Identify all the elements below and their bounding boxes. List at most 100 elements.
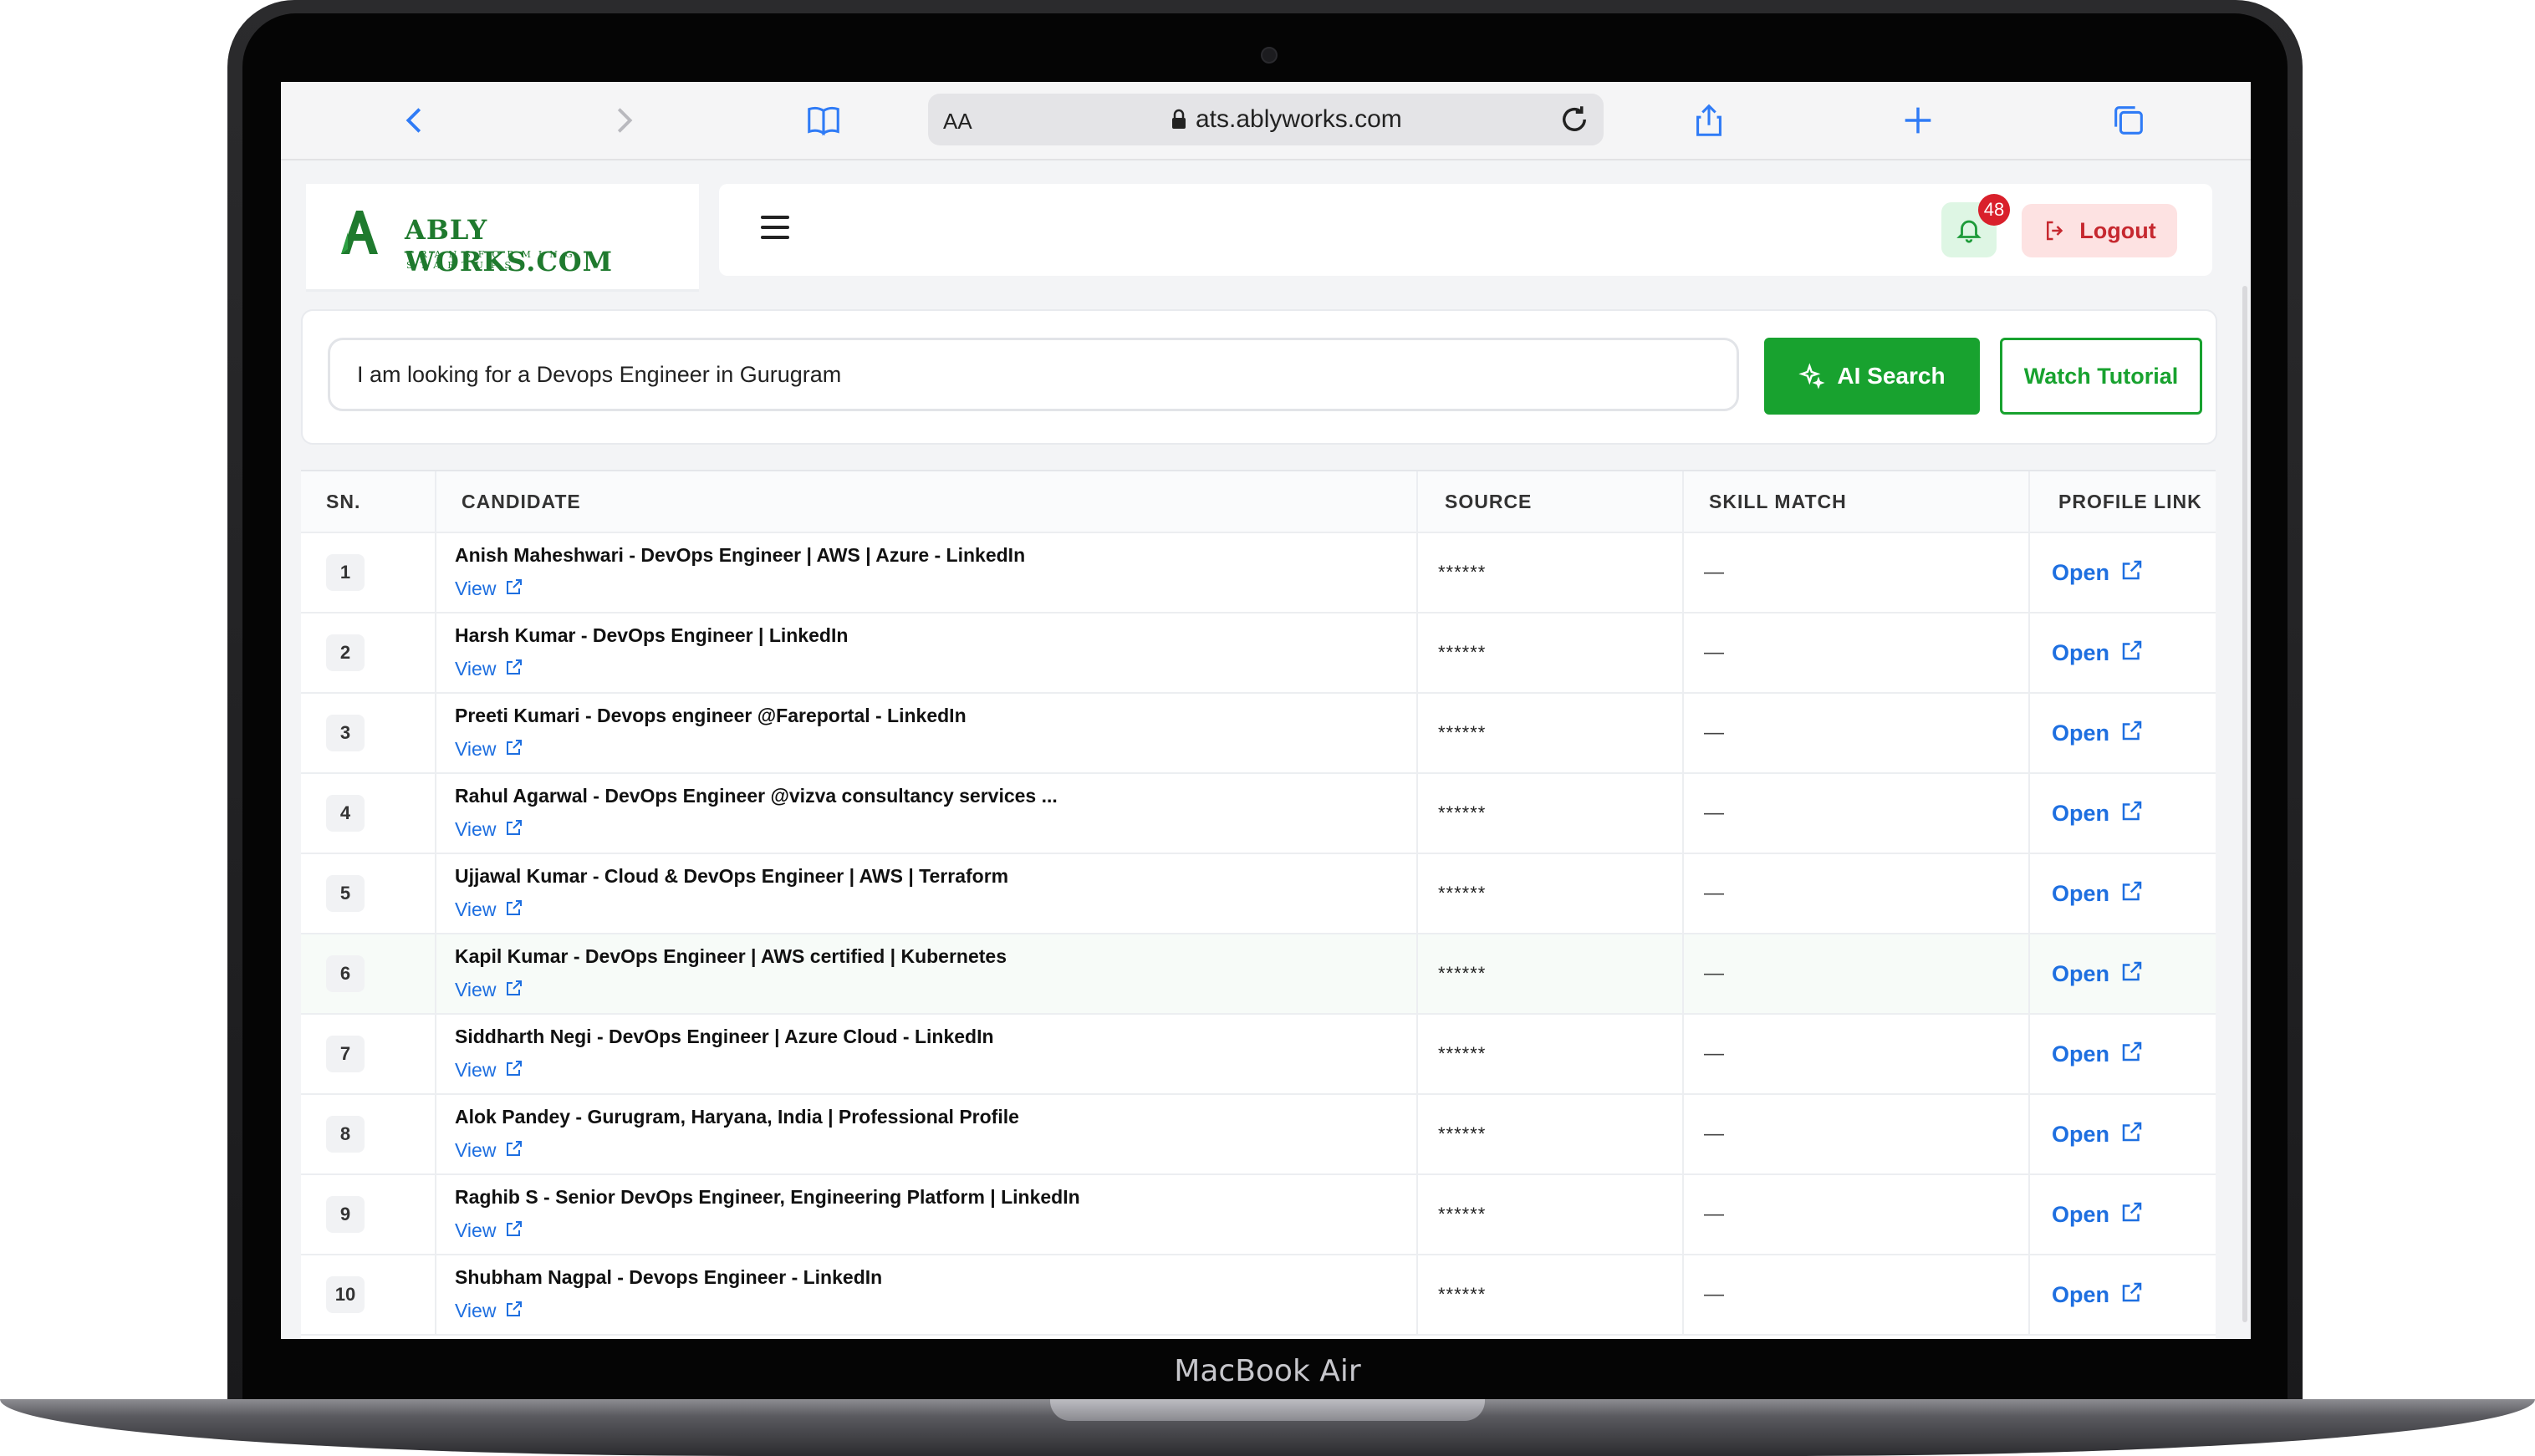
search-panel: AI Search Watch Tutorial	[301, 309, 2217, 445]
open-label: Open	[2052, 960, 2110, 986]
skill-match-value: —	[1704, 962, 1724, 985]
ai-search-label: AI Search	[1837, 363, 1946, 389]
open-profile-link[interactable]: Open	[2030, 718, 2216, 749]
scrollbar[interactable]	[2242, 286, 2247, 1322]
sparkle-icon	[1798, 363, 1825, 389]
source-value: ******	[1438, 642, 1487, 663]
bell-icon	[1956, 220, 1982, 243]
external-link-icon	[2119, 718, 2145, 749]
url-text: ats.ablyworks.com	[1196, 105, 1402, 133]
source-value: ******	[1438, 1284, 1487, 1305]
header-skill-match: SKILL MATCH	[1683, 471, 2030, 533]
header-sn: SN.	[301, 471, 436, 533]
open-profile-link[interactable]: Open	[2030, 638, 2216, 669]
row-number: 1	[326, 554, 365, 591]
candidate-name: Kapil Kumar - DevOps Engineer | AWS cert…	[455, 944, 1007, 967]
candidate-name: Siddharth Negi - DevOps Engineer | Azure…	[455, 1025, 994, 1047]
view-label: View	[455, 1300, 497, 1321]
row-number: 8	[326, 1116, 365, 1153]
external-link-icon	[504, 978, 524, 1003]
view-link[interactable]: View	[436, 1219, 1416, 1244]
ai-search-button[interactable]: AI Search	[1764, 338, 1980, 415]
header-candidate: CANDIDATE	[436, 471, 1418, 533]
external-link-icon	[2119, 1119, 2145, 1150]
open-profile-link[interactable]: Open	[2030, 1280, 2216, 1311]
table-row: 1 Anish Maheshwari - DevOps Engineer | AW…	[301, 532, 2216, 613]
brand-logo[interactable]: ABLY WORKS.COM TRANSFORMING STARTUPS	[306, 184, 699, 292]
view-link[interactable]: View	[436, 1138, 1416, 1163]
skill-match-value: —	[1704, 561, 1724, 583]
open-profile-link[interactable]: Open	[2030, 798, 2216, 829]
open-profile-link[interactable]: Open	[2030, 1199, 2216, 1230]
external-link-icon	[504, 1299, 524, 1324]
reload-icon[interactable]	[1557, 102, 1592, 137]
logout-icon	[2047, 221, 2063, 241]
candidate-name: Ujjawal Kumar - Cloud & DevOps Engineer …	[455, 864, 1009, 887]
view-link[interactable]: View	[436, 577, 1416, 602]
view-label: View	[455, 1139, 497, 1161]
skill-match-value: —	[1704, 721, 1724, 744]
results-table: SN. CANDIDATE SOURCE SKILL MATCH PROFILE…	[301, 471, 2216, 1336]
watch-tutorial-button[interactable]: Watch Tutorial	[2000, 338, 2202, 415]
view-label: View	[455, 1059, 497, 1081]
external-link-icon	[504, 817, 524, 843]
open-profile-link[interactable]: Open	[2030, 1119, 2216, 1150]
new-tab-icon[interactable]	[1896, 99, 1940, 142]
table-row: 9 Raghib S - Senior DevOps Engineer, Engi…	[301, 1174, 2216, 1255]
view-link[interactable]: View	[436, 898, 1416, 923]
external-link-icon	[504, 1058, 524, 1083]
external-link-icon	[504, 577, 524, 602]
candidate-name: Raghib S - Senior DevOps Engineer, Engin…	[455, 1185, 1080, 1208]
view-label: View	[455, 658, 497, 680]
row-number: 6	[326, 955, 365, 992]
external-link-icon	[504, 1219, 524, 1244]
notifications-button[interactable]: 48	[1941, 194, 2010, 257]
reader-aa-button[interactable]: AA	[943, 109, 972, 135]
search-input[interactable]	[328, 338, 1739, 411]
table-row: 8 Alok Pandey - Gurugram, Haryana, India …	[301, 1094, 2216, 1175]
source-value: ******	[1438, 963, 1487, 984]
external-link-icon	[2119, 878, 2145, 909]
table-body: 1 Anish Maheshwari - DevOps Engineer | AW…	[301, 532, 2216, 1336]
forward-icon[interactable]	[602, 99, 645, 142]
open-label: Open	[2052, 800, 2110, 826]
address-bar[interactable]: AA ats.ablyworks.com	[928, 94, 1604, 145]
view-link[interactable]: View	[436, 657, 1416, 682]
skill-match-value: —	[1704, 1203, 1724, 1225]
open-profile-link[interactable]: Open	[2030, 878, 2216, 909]
skill-match-value: —	[1704, 802, 1724, 824]
menu-icon[interactable]	[761, 216, 789, 241]
view-label: View	[455, 979, 497, 1000]
open-profile-link[interactable]: Open	[2030, 1039, 2216, 1070]
notification-count-badge: 48	[1978, 194, 2010, 226]
back-icon[interactable]	[393, 99, 436, 142]
candidate-name: Shubham Nagpal - Devops Engineer - Linke…	[455, 1265, 883, 1288]
table-header-row: SN. CANDIDATE SOURCE SKILL MATCH PROFILE…	[301, 471, 2216, 533]
lock-icon	[1172, 109, 1186, 129]
open-profile-link[interactable]: Open	[2030, 557, 2216, 588]
table-row: 5 Ujjawal Kumar - Cloud & DevOps Engineer…	[301, 853, 2216, 934]
row-number: 2	[326, 634, 365, 671]
view-link[interactable]: View	[436, 817, 1416, 843]
source-value: ******	[1438, 802, 1487, 823]
table-row: 7 Siddharth Negi - DevOps Engineer | Azur…	[301, 1014, 2216, 1095]
row-number: 10	[326, 1276, 365, 1313]
candidate-name: Harsh Kumar - DevOps Engineer | LinkedIn	[455, 624, 849, 646]
logout-button[interactable]: Logout	[2022, 204, 2177, 257]
source-value: ******	[1438, 1204, 1487, 1224]
open-profile-link[interactable]: Open	[2030, 959, 2216, 990]
table-row: 2 Harsh Kumar - DevOps Engineer | LinkedI…	[301, 613, 2216, 694]
skill-match-value: —	[1704, 641, 1724, 664]
view-link[interactable]: View	[436, 1299, 1416, 1324]
candidate-name: Anish Maheshwari - DevOps Engineer | AWS…	[455, 543, 1026, 566]
external-link-icon	[2119, 638, 2145, 669]
view-label: View	[455, 578, 497, 599]
view-link[interactable]: View	[436, 1058, 1416, 1083]
ablyworks-logo-icon	[341, 211, 378, 254]
tabs-icon[interactable]	[2107, 99, 2150, 142]
skill-match-value: —	[1704, 1042, 1724, 1065]
share-icon[interactable]	[1687, 99, 1731, 142]
bookmarks-icon[interactable]	[802, 99, 845, 142]
view-link[interactable]: View	[436, 978, 1416, 1003]
view-link[interactable]: View	[436, 737, 1416, 762]
